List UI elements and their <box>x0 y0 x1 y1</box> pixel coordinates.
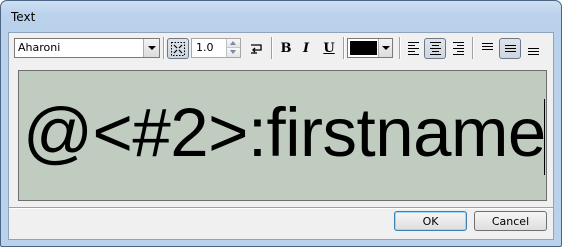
align-right-button[interactable] <box>447 38 469 59</box>
footer-separator <box>9 207 553 209</box>
spin-down-icon[interactable] <box>227 48 240 57</box>
font-dropdown[interactable]: Aharoni <box>14 38 160 58</box>
chevron-down-icon[interactable] <box>143 39 159 57</box>
valign-bottom-button[interactable] <box>522 38 544 59</box>
bold-button[interactable]: B <box>275 38 297 59</box>
chevron-down-icon[interactable] <box>378 39 392 57</box>
underline-button[interactable]: U <box>318 38 340 59</box>
size-spin <box>226 39 240 57</box>
valign-bottom-icon <box>527 43 539 55</box>
editor-text: @<#2>:firstname <box>23 94 546 171</box>
size-value: 1.0 <box>196 41 214 54</box>
text-editor[interactable]: @<#2>:firstname <box>18 70 547 201</box>
align-center-icon <box>429 42 441 55</box>
align-center-button[interactable] <box>424 38 446 59</box>
align-left-icon <box>407 42 419 55</box>
size-stepper[interactable]: 1.0 <box>191 38 241 58</box>
valign-top-button[interactable] <box>476 38 498 59</box>
color-swatch <box>350 41 377 55</box>
dialog-body: Aharoni 1.0 B I U @<#2>:firstname OK Can… <box>8 32 554 240</box>
title-bar[interactable]: Text <box>1 1 561 29</box>
align-left-button[interactable] <box>402 38 424 59</box>
wrap-button[interactable] <box>246 38 268 59</box>
cancel-button[interactable]: Cancel <box>474 211 547 231</box>
text-color-picker[interactable] <box>347 38 393 58</box>
spin-up-icon[interactable] <box>227 39 240 48</box>
autofit-button[interactable] <box>167 38 189 59</box>
font-name: Aharoni <box>18 41 61 54</box>
valign-middle-button[interactable] <box>499 38 521 59</box>
toolbar-separator <box>472 37 474 59</box>
text-caret <box>544 99 545 175</box>
italic-button[interactable]: I <box>295 38 317 59</box>
window-title: Text <box>11 10 36 24</box>
valign-middle-icon <box>504 43 516 55</box>
fit-to-box-icon <box>171 41 185 56</box>
toolbar-separator <box>399 37 401 59</box>
formatting-toolbar: Aharoni 1.0 B I U <box>9 33 553 63</box>
align-right-icon <box>452 42 464 55</box>
toolbar-separator <box>163 37 165 59</box>
text-dialog: Text Aharoni 1.0 B I U @<#2>:firstname O… <box>0 0 562 247</box>
toolbar-separator <box>343 37 345 59</box>
toolbar-separator <box>271 37 273 59</box>
ok-button[interactable]: OK <box>394 211 467 231</box>
word-wrap-icon <box>251 43 262 54</box>
valign-top-icon <box>481 42 493 55</box>
